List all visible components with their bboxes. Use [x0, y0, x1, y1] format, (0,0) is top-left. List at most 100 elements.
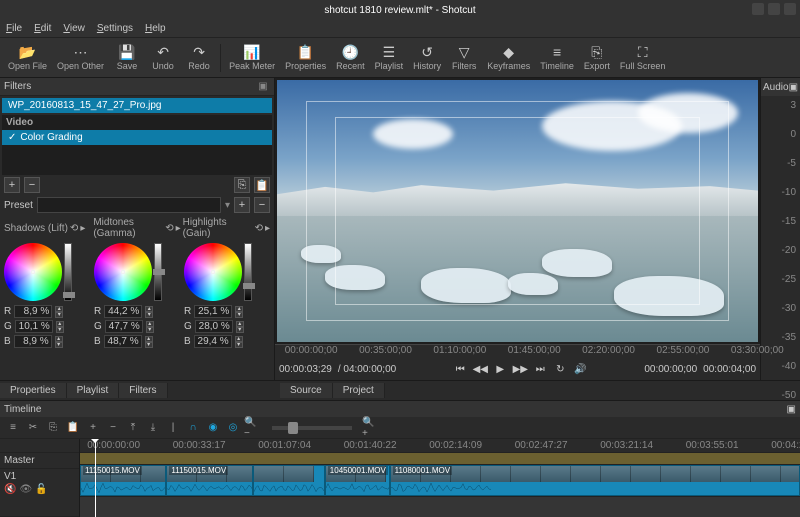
- menu-edit[interactable]: Edit: [34, 23, 51, 34]
- color-wheel-1[interactable]: [94, 243, 152, 301]
- menu-view[interactable]: View: [63, 23, 85, 34]
- keyframe-icon[interactable]: ▸: [80, 223, 85, 234]
- fullscreen-button[interactable]: ⛶Full Screen: [616, 40, 670, 76]
- preview-ruler[interactable]: 00:00:00;0000:35:00;0001:10:00;0001:45:0…: [275, 344, 760, 358]
- r-value-2[interactable]: 25,1 %: [194, 305, 232, 318]
- paste-filter-button[interactable]: 📋: [254, 177, 270, 193]
- rewind-button[interactable]: ◀◀: [471, 361, 489, 377]
- volume-button[interactable]: 🔊: [571, 361, 589, 377]
- tl-zoom-in-button[interactable]: 🔍+: [362, 419, 380, 437]
- mute-icon[interactable]: 🔇: [4, 484, 16, 495]
- redo-button[interactable]: ↷Redo: [182, 40, 216, 76]
- preset-dropdown-icon[interactable]: ▾: [225, 200, 230, 211]
- audio-close-icon[interactable]: ▣: [789, 82, 798, 93]
- spin-down[interactable]: ▾: [55, 312, 63, 318]
- tl-menu-button[interactable]: ≡: [4, 419, 22, 437]
- playhead[interactable]: [95, 439, 96, 517]
- keyframe-icon[interactable]: ▸: [176, 223, 181, 234]
- timeline-button[interactable]: ≡Timeline: [536, 40, 578, 76]
- hide-icon[interactable]: 👁: [19, 484, 32, 495]
- copy-filter-button[interactable]: ⎘: [234, 177, 250, 193]
- reset-icon[interactable]: ⟲: [165, 223, 173, 234]
- master-track[interactable]: [80, 453, 800, 465]
- filters-file[interactable]: WP_20160813_15_47_27_Pro.jpg: [2, 98, 272, 113]
- keyframe-icon[interactable]: ▸: [265, 223, 270, 234]
- b-value-1[interactable]: 48,7 %: [104, 335, 142, 348]
- tl-scrub-button[interactable]: ◉: [204, 419, 222, 437]
- remove-filter-button[interactable]: −: [24, 177, 40, 193]
- clip-2[interactable]: [253, 465, 325, 496]
- recent-button[interactable]: 🕘Recent: [332, 40, 369, 76]
- skip-next-button[interactable]: ⏭: [531, 361, 549, 377]
- g-value-0[interactable]: 10,1 %: [15, 320, 53, 333]
- loop-button[interactable]: ↻: [551, 361, 569, 377]
- minimize-button[interactable]: [752, 3, 764, 15]
- filter-item-color-grading[interactable]: ✓ Color Grading: [2, 130, 272, 145]
- filters-button[interactable]: ▽Filters: [447, 40, 481, 76]
- tl-overwrite-button[interactable]: ⤓: [144, 419, 162, 437]
- tab-properties[interactable]: Properties: [0, 383, 67, 398]
- clip-4[interactable]: 11080001.MOV: [390, 465, 800, 496]
- skip-prev-button[interactable]: ⏮: [451, 361, 469, 377]
- tl-paste-button[interactable]: 📋: [64, 419, 82, 437]
- clip-1[interactable]: 11150015.MOV: [166, 465, 252, 496]
- tl-zoom-slider[interactable]: [272, 426, 352, 430]
- preview-viewer[interactable]: [277, 80, 758, 342]
- tl-snap-button[interactable]: ∩: [184, 419, 202, 437]
- spin-down[interactable]: ▾: [235, 342, 243, 348]
- spin-down[interactable]: ▾: [146, 327, 154, 333]
- preset-delete-button[interactable]: −: [254, 197, 270, 213]
- tl-lift-button[interactable]: ⤒: [124, 419, 142, 437]
- menu-settings[interactable]: Settings: [97, 23, 133, 34]
- color-wheel-2[interactable]: [184, 243, 242, 301]
- tl-cut-button[interactable]: ✂: [24, 419, 42, 437]
- clip-0[interactable]: 11150015.MOV: [80, 465, 166, 496]
- luma-slider-1[interactable]: [154, 243, 162, 301]
- open-other-button[interactable]: ⋯Open Other: [53, 40, 108, 76]
- history-button[interactable]: ↺History: [409, 40, 445, 76]
- tab-playlist[interactable]: Playlist: [67, 383, 120, 398]
- close-button[interactable]: [784, 3, 796, 15]
- lock-icon[interactable]: 🔓: [35, 484, 47, 495]
- luma-slider-0[interactable]: [64, 243, 72, 301]
- keyframes-button[interactable]: ◆Keyframes: [483, 40, 534, 76]
- timeline-ruler[interactable]: 00:00:00:0000:00:33:1700:01:07:0400:01:4…: [80, 439, 800, 453]
- track-header-master[interactable]: Master: [0, 453, 79, 469]
- menu-help[interactable]: Help: [145, 23, 166, 34]
- preset-save-button[interactable]: +: [234, 197, 250, 213]
- spin-down[interactable]: ▾: [145, 312, 153, 318]
- undo-button[interactable]: ↶Undo: [146, 40, 180, 76]
- track-header-v1[interactable]: V1 🔇 👁 🔓: [0, 469, 79, 517]
- r-value-0[interactable]: 8,9 %: [14, 305, 52, 318]
- export-button[interactable]: ⎘Export: [580, 40, 614, 76]
- tl-split-button[interactable]: |: [164, 419, 182, 437]
- menu-file[interactable]: File: [6, 23, 22, 34]
- timeline-close-icon[interactable]: ▣: [787, 404, 796, 415]
- maximize-button[interactable]: [768, 3, 780, 15]
- forward-button[interactable]: ▶▶: [511, 361, 529, 377]
- reset-icon[interactable]: ⟲: [255, 223, 263, 234]
- spin-down[interactable]: ▾: [145, 342, 153, 348]
- filters-close-icon[interactable]: ▣: [256, 80, 270, 94]
- b-value-2[interactable]: 29,4 %: [194, 335, 232, 348]
- tl-ripple-button[interactable]: ◎: [224, 419, 242, 437]
- tl-copy-button[interactable]: ⎘: [44, 419, 62, 437]
- b-value-0[interactable]: 8,9 %: [14, 335, 52, 348]
- peak-meter-button[interactable]: 📊Peak Meter: [225, 40, 279, 76]
- r-value-1[interactable]: 44,2 %: [104, 305, 142, 318]
- tab-filters[interactable]: Filters: [119, 383, 167, 398]
- preset-select[interactable]: [37, 197, 221, 213]
- color-wheel-0[interactable]: [4, 243, 62, 301]
- spin-down[interactable]: ▾: [235, 312, 243, 318]
- tab-source[interactable]: Source: [280, 383, 333, 398]
- spin-down[interactable]: ▾: [56, 327, 64, 333]
- luma-slider-2[interactable]: [244, 243, 252, 301]
- g-value-1[interactable]: 47,7 %: [105, 320, 143, 333]
- playlist-button[interactable]: ☰Playlist: [371, 40, 408, 76]
- tl-remove-button[interactable]: −: [104, 419, 122, 437]
- add-filter-button[interactable]: +: [4, 177, 20, 193]
- spin-down[interactable]: ▾: [236, 327, 244, 333]
- g-value-2[interactable]: 28,0 %: [195, 320, 233, 333]
- spin-down[interactable]: ▾: [55, 342, 63, 348]
- reset-icon[interactable]: ⟲: [70, 223, 78, 234]
